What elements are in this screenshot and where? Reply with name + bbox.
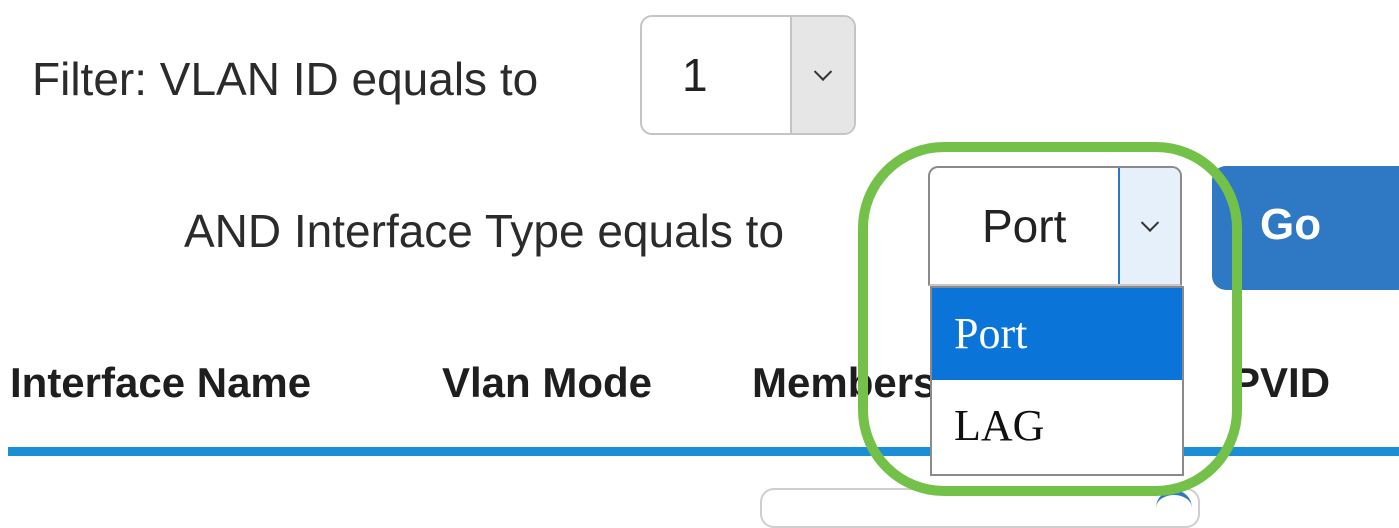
chevron-down-icon [813, 62, 833, 81]
column-header-pvid[interactable]: PVID [1232, 348, 1330, 418]
dropdown-option-lag[interactable]: LAG [932, 380, 1182, 472]
interface-type-select-arrow[interactable] [1118, 168, 1180, 284]
column-header-vlan-mode[interactable]: Vlan Mode [442, 348, 752, 418]
vlan-id-select-arrow[interactable] [790, 17, 854, 133]
vlan-filter-label: Filter: VLAN ID equals to [32, 53, 539, 105]
table-header-divider [8, 447, 1399, 456]
go-button[interactable]: Go [1212, 166, 1399, 290]
interface-type-dropdown: Port LAG [930, 286, 1184, 476]
row-select-control[interactable] [760, 488, 1200, 528]
dropdown-option-port[interactable]: Port [932, 288, 1182, 380]
interface-type-value: Port [982, 200, 1067, 252]
vlan-id-value: 1 [682, 49, 708, 101]
vlan-id-select[interactable]: 1 [640, 15, 856, 135]
toggle-edge [1156, 490, 1192, 514]
column-header-interface-name[interactable]: Interface Name [10, 348, 442, 418]
interface-type-select[interactable]: Port [928, 166, 1182, 286]
interface-type-filter-label: AND Interface Type equals to [184, 205, 785, 257]
chevron-down-icon [1140, 213, 1160, 232]
